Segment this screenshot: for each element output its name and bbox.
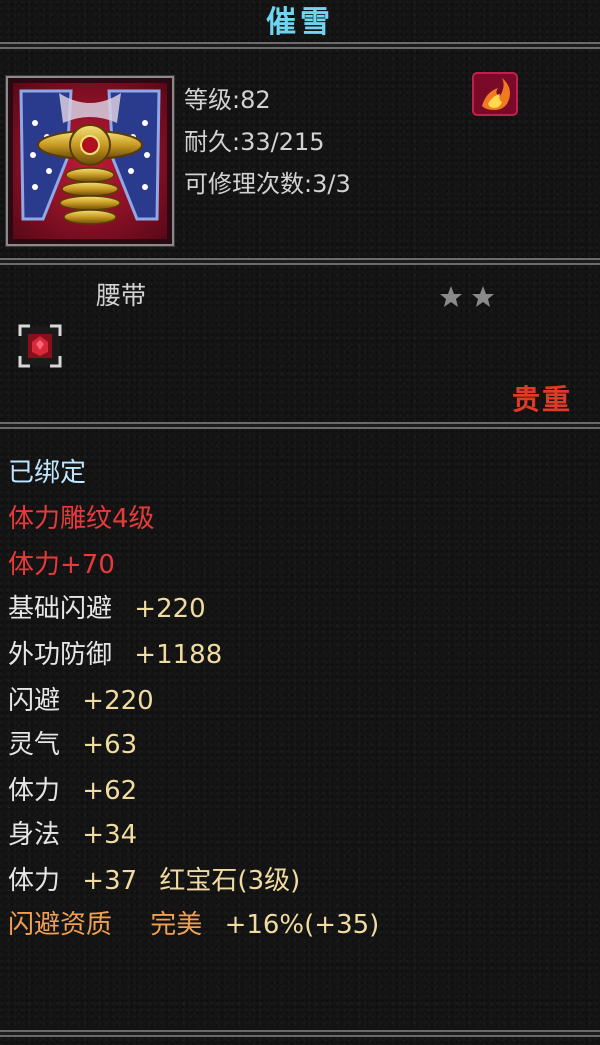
belt-item-icon [13, 83, 167, 239]
engrave-bonus-line: 体力+70 [8, 550, 115, 580]
item-icon-frame[interactable] [5, 75, 175, 247]
stat-label: 灵气 [8, 730, 61, 760]
divider-top [0, 42, 600, 49]
stat-dodge: 闪避 +220 [8, 684, 154, 718]
stat-agility: 身法 +34 [8, 818, 137, 852]
stat-value: +34 [82, 820, 138, 850]
item-tooltip: 催雪 等级:82 耐久:33/215 可修理次数:3/3 腰带 贵重 已绑定 体… [0, 0, 600, 1045]
stat-label: 基础闪避 [8, 594, 113, 624]
engrave-line: 体力雕纹4级 [8, 504, 155, 534]
stat-label: 体力 [8, 866, 61, 896]
stat-label: 闪避资质 [8, 910, 113, 940]
item-level: 等级:82 [184, 86, 271, 114]
bound-status: 已绑定 [8, 458, 87, 488]
stat-spirit: 灵气 +63 [8, 728, 137, 762]
stat-base-dodge: 基础闪避 +220 [8, 592, 206, 626]
divider-bottom [0, 422, 600, 429]
star-rating [440, 286, 494, 307]
item-repair-count: 可修理次数:3/3 [184, 170, 351, 198]
gem-name: 红宝石(3级) [159, 866, 301, 896]
stat-value: +62 [82, 776, 138, 806]
stat-value: +37 [82, 866, 138, 896]
item-type: 腰带 [96, 281, 147, 310]
stat-value: +63 [82, 730, 138, 760]
item-durability: 耐久:33/215 [184, 128, 325, 156]
aptitude-value: +16%(+35) [224, 910, 380, 940]
fire-emblem-icon [472, 72, 518, 116]
stat-value: +1188 [134, 640, 223, 670]
divider-middle [0, 258, 600, 265]
stat-value: +220 [82, 686, 154, 716]
aptitude-grade: 完美 [150, 910, 203, 940]
divider-footer [0, 1030, 600, 1037]
red-gem-socket-icon[interactable] [18, 324, 62, 368]
item-name: 催雪 [266, 5, 334, 40]
stat-label: 体力 [8, 776, 61, 806]
stat-value: +220 [134, 594, 206, 624]
item-quality: 贵重 [511, 383, 572, 416]
stat-label: 外功防御 [8, 640, 113, 670]
stat-external-defense: 外功防御 +1188 [8, 638, 222, 672]
star-icon [440, 286, 462, 307]
stat-gem-stamina: 体力 +37 红宝石(3级) [8, 864, 300, 898]
stat-stamina: 体力 +62 [8, 774, 137, 808]
stat-dodge-aptitude: 闪避资质 完美 +16%(+35) [8, 908, 379, 942]
stat-label: 身法 [8, 820, 61, 850]
stat-label: 闪避 [8, 686, 61, 716]
star-icon [472, 286, 494, 307]
